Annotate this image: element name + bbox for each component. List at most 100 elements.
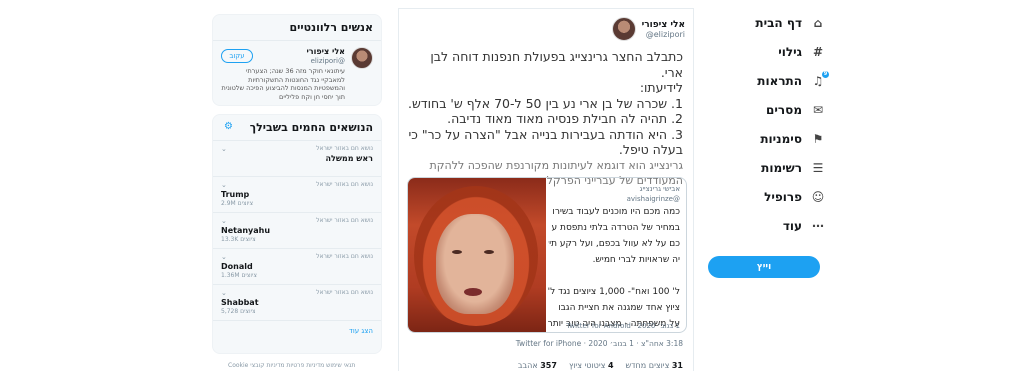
photo-eye — [484, 250, 494, 254]
quoted-author-name: אבישי גרינצייג — [639, 185, 680, 193]
tweet-detail: אלי ציפורי @elizipori כתבלב החצר גרינציי… — [398, 8, 694, 371]
person-handle: @elizipori — [310, 57, 345, 65]
chevron-down-icon[interactable]: ⌄ — [221, 289, 227, 297]
trend-count: 5,728 ציוצים — [221, 308, 256, 315]
nav-item[interactable]: ⌂ דף הבית — [706, 8, 826, 37]
stat-count: 357 — [540, 361, 557, 370]
tweet-line: 2. תהיה לה חבילת פנסיה מאוד מאוד נדיבה. — [447, 111, 683, 126]
nav-item[interactable]: ⚑ סימניות — [706, 124, 826, 153]
gear-icon[interactable]: ⚙ — [221, 121, 233, 133]
quoted-line: יה שראויות לברי חמיש. — [592, 255, 680, 265]
quoted-line: ל' 100 ואח"- 1,000 ציוצים נגד ל'א — [548, 287, 680, 297]
trend-context: נושא חם באזור ישראל — [316, 253, 373, 260]
nav-label: גילוי — [778, 44, 802, 59]
stat-label: אהבב — [517, 361, 538, 370]
quoted-line: ציוץ אחד שמגנה את חציית הגבו — [558, 303, 680, 313]
quoted-tweet-text: אבישי גרינצייג @avishaigrinze כמה מכם הי… — [548, 184, 680, 332]
trend-count: 13.3K ציוצים — [221, 236, 256, 243]
trend-count: 1.36M ציוצים — [221, 272, 257, 279]
tweet-line: 1. שכרה של בן ארי נע בין 50 ל-70 אלף ש' … — [407, 95, 683, 111]
nav-label: מסרים — [766, 102, 802, 117]
author-name[interactable]: אלי ציפורי — [642, 20, 685, 30]
list-icon: ☰ — [812, 160, 824, 175]
trend-item[interactable]: נושא חם באזור ישראל Trump 2.9M ציוצים ⌄ — [213, 177, 381, 213]
relevant-person[interactable]: אלי ציפורי @elizipori עיתונאי חוקר מזה 3… — [213, 41, 381, 111]
trend-item[interactable]: נושא חם באזור ישראל Donald 1.36M ציוצים ⌄ — [213, 249, 381, 285]
tweet-timestamp[interactable]: 3:18 אחה"צ · 1 בנוב׳ 2020 · Twitter for … — [516, 339, 683, 348]
hashtag-icon: # — [812, 44, 824, 59]
photo-face — [436, 214, 514, 314]
tweet-text: כתבלב החצר גרינצייג בפעולת חנפנות דוחה ל… — [405, 49, 683, 189]
panel-title: הנושאים החמים בשבילך — [213, 115, 381, 141]
trend-context: נושא חם באזור ישראל — [316, 181, 373, 188]
trends-panel: הנושאים החמים בשבילך ⚙ נושא חם באזור ישר… — [212, 114, 382, 354]
trend-name: Shabbat — [221, 298, 259, 307]
trend-item[interactable]: נושא חם באזור ישראל ראש ממשלה ⌄ — [213, 141, 381, 177]
trend-name: Trump — [221, 190, 250, 199]
quoted-line: כם על לא עוול בכפם, ועל רקע תיא — [548, 239, 680, 249]
quoted-tweet[interactable]: אבישי גרינצייג @avishaigrinze כמה מכם הי… — [407, 177, 687, 333]
quoted-lines: כמה מכם היו מוכנים לעבוד בשירו במחיר של ה… — [548, 204, 680, 332]
trend-name: ראש ממשלה — [325, 154, 373, 163]
nav-item[interactable]: ♫ 9 התראות — [706, 66, 829, 95]
tweet-stats: 31 ציוצים מחדש 4 ציטוטי ציוץ 357 אהבב — [518, 361, 683, 370]
trend-context: נושא חם באזור ישראל — [316, 217, 373, 224]
person-icon: ☺ — [811, 189, 825, 204]
quoted-line: במחיר של הטרדה בלתי נתפסת ע — [551, 223, 680, 233]
avatar[interactable] — [351, 47, 373, 69]
stat-count: 31 — [671, 361, 683, 370]
nav-label: עוד — [782, 218, 802, 233]
nav-label: התראות — [757, 73, 802, 88]
tweet-button[interactable]: וייץ — [708, 256, 820, 278]
nav-item[interactable]: ☰ רשימות — [706, 153, 826, 182]
nav-item[interactable]: ✉ מסרים — [706, 95, 826, 124]
chevron-down-icon[interactable]: ⌄ — [221, 253, 227, 261]
photo-mouth — [464, 288, 482, 296]
envelope-icon: ✉ — [812, 102, 824, 117]
trend-name: Donald — [221, 262, 253, 271]
relevant-people-panel: אנשים רלוונטיים אלי ציפורי @elizipori עי… — [212, 14, 382, 106]
twitter-page: ⌂ דף הבית # גילוי ♫ 9 התראות ✉ מסרים ⚑ סימניות ☰ רשי… — [0, 0, 1030, 371]
stat-label: ציוצים מחדש — [625, 361, 670, 370]
quoted-author-handle: @avishaigrinze — [626, 195, 680, 203]
footer-links[interactable]: תנאי שימוש מדיניות פרטיות מדיניות קובצי … — [228, 362, 355, 369]
tweet-line: לידיעתו: — [639, 80, 683, 95]
tweet-line: כתבלב החצר גרינצייג בפעולת חנפנות דוחה ל… — [430, 49, 683, 80]
more-icon: ⋯ — [812, 218, 824, 233]
photo-eye — [452, 250, 462, 254]
tweet-stat[interactable]: 31 ציוצים מחדש — [626, 361, 683, 370]
trend-item[interactable]: נושא חם באזור ישראל Netanyahu 13.3K ציוצים… — [213, 213, 381, 249]
show-more-link[interactable]: הצג עוד — [213, 321, 381, 341]
trend-name: Netanyahu — [221, 226, 271, 235]
home-icon: ⌂ — [813, 15, 823, 30]
tweet-stat[interactable]: 357 אהבב — [518, 361, 557, 370]
trend-context: נושא חם באזור ישראל — [316, 289, 373, 296]
nav-item[interactable]: ⋯ עוד — [706, 211, 826, 240]
follow-button[interactable]: עקוב — [221, 49, 253, 63]
author-handle[interactable]: @elizipori — [642, 30, 685, 39]
person-bio: עיתונאי חוקר מזה 36 שנה; הצערתי למאבקיי … — [221, 67, 345, 101]
avatar[interactable] — [611, 17, 636, 41]
person-name[interactable]: אלי ציפורי — [306, 47, 345, 56]
quoted-tweet-photo[interactable] — [408, 178, 546, 332]
panel-title: אנשים רלוונטיים — [213, 15, 381, 41]
bookmark-icon: ⚑ — [812, 131, 824, 146]
tweet-line: בעלה טיפל. — [618, 142, 683, 157]
nav-item[interactable]: # גילוי — [706, 37, 826, 66]
trend-list: נושא חם באזור ישראל ראש ממשלה ⌄ נושא חם באז… — [213, 141, 381, 321]
trend-context: נושא חם באזור ישראל — [316, 145, 373, 152]
nav-label: סימניות — [760, 131, 802, 146]
chevron-down-icon[interactable]: ⌄ — [221, 145, 227, 153]
chevron-down-icon[interactable]: ⌄ — [221, 217, 227, 225]
quoted-line — [548, 268, 680, 284]
trend-count: 2.9M ציוצים — [221, 200, 254, 207]
trend-item[interactable]: נושא חם באזור ישראל Shabbat 5,728 ציוצים ⌄ — [213, 285, 381, 321]
quoted-line: כמה מכם היו מוכנים לעבוד בשירו — [552, 207, 680, 217]
nav-label: פרופיל — [764, 189, 802, 204]
stat-label: ציטוטי ציוץ — [568, 361, 606, 370]
bell-icon: ♫ 9 — [812, 70, 829, 88]
tweet-author[interactable]: אלי ציפורי @elizipori — [611, 17, 685, 41]
chevron-down-icon[interactable]: ⌄ — [221, 181, 227, 189]
tweet-stat[interactable]: 4 ציטוטי ציוץ — [569, 361, 614, 370]
nav-item[interactable]: ☺ פרופיל — [706, 182, 826, 211]
